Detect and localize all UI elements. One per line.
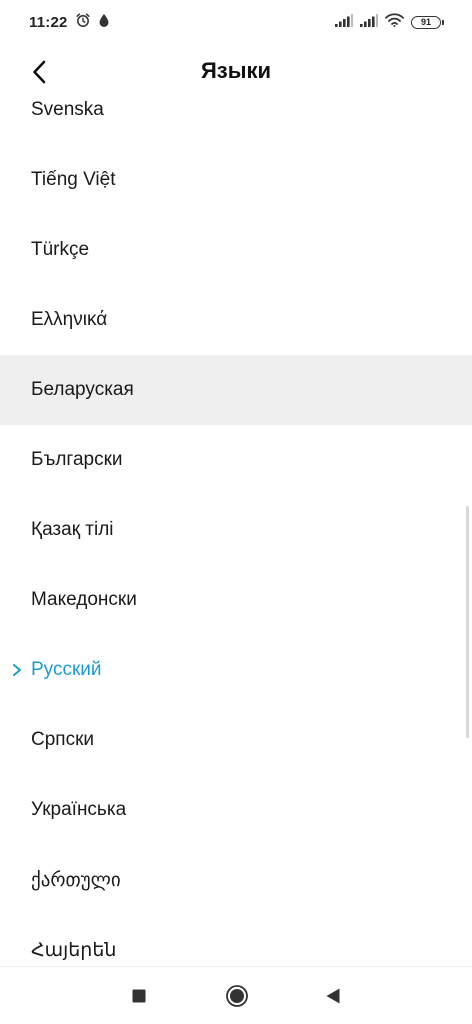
language-label: Српски bbox=[31, 729, 95, 750]
wifi-icon bbox=[385, 13, 404, 31]
language-list: Svenska Tiếng Việt Türkçe Ελληνικά Беларуска… bbox=[0, 98, 472, 966]
home-button[interactable] bbox=[222, 981, 252, 1011]
language-item[interactable]: Български bbox=[0, 425, 472, 495]
battery-tip bbox=[442, 19, 444, 25]
battery-icon: 91 bbox=[411, 15, 444, 29]
language-label: ქართული bbox=[31, 869, 121, 891]
language-label: Svenska bbox=[31, 99, 104, 120]
language-item[interactable]: Македонски bbox=[0, 565, 472, 635]
status-time: 11:22 bbox=[29, 13, 68, 31]
status-bar: 11:22 91 bbox=[0, 0, 472, 44]
language-label: Türkçe bbox=[31, 239, 90, 260]
chevron-left-icon bbox=[33, 60, 46, 84]
square-recents-icon bbox=[132, 989, 146, 1003]
language-label: Қазақ тілі bbox=[31, 519, 114, 540]
language-item[interactable]: Հայերեն bbox=[0, 915, 472, 966]
status-left: 11:22 bbox=[29, 12, 110, 32]
status-right: 91 bbox=[335, 13, 444, 31]
header: Языки bbox=[0, 44, 472, 98]
language-item[interactable]: Українська bbox=[0, 775, 472, 845]
language-label: Ελληνικά bbox=[31, 309, 108, 330]
signal-icon bbox=[335, 13, 353, 31]
language-label: Български bbox=[31, 449, 123, 470]
chevron-right-icon bbox=[13, 664, 21, 676]
language-item[interactable]: Српски bbox=[0, 705, 472, 775]
language-label: Беларуская bbox=[31, 379, 134, 400]
language-label: Українська bbox=[31, 799, 127, 820]
language-item[interactable]: Tiếng Việt bbox=[0, 145, 472, 215]
language-item[interactable]: Ελληνικά bbox=[0, 285, 472, 355]
drop-icon bbox=[98, 13, 110, 32]
scrollbar[interactable] bbox=[466, 506, 469, 738]
alarm-icon bbox=[75, 12, 91, 32]
signal-icon bbox=[360, 13, 378, 31]
back-button[interactable] bbox=[22, 55, 56, 89]
language-label: Հայերեն bbox=[31, 939, 117, 961]
nav-back-button[interactable] bbox=[318, 981, 348, 1011]
language-item[interactable]: Қазақ тілі bbox=[0, 495, 472, 565]
page-title: Языки bbox=[200, 58, 272, 83]
language-item[interactable]: Беларуская bbox=[0, 355, 472, 425]
battery-level: 91 bbox=[411, 15, 441, 29]
recents-button[interactable] bbox=[124, 981, 154, 1011]
screen: 11:22 91 Языки Svenska Tiếng Việt Türkçe… bbox=[0, 0, 472, 1024]
language-item[interactable]: Svenska bbox=[0, 98, 472, 145]
language-list-viewport[interactable]: Svenska Tiếng Việt Türkçe Ελληνικά Беларуска… bbox=[0, 98, 472, 966]
language-item[interactable]: Türkçe bbox=[0, 215, 472, 285]
language-label: Македонски bbox=[31, 589, 137, 610]
language-label: Tiếng Việt bbox=[31, 169, 116, 190]
language-item-selected[interactable]: Русский bbox=[0, 635, 472, 705]
circle-home-icon bbox=[226, 985, 248, 1007]
triangle-back-icon bbox=[326, 988, 340, 1004]
nav-bar bbox=[0, 966, 472, 1024]
language-label: Русский bbox=[31, 659, 102, 680]
language-item[interactable]: ქართული bbox=[0, 845, 472, 915]
